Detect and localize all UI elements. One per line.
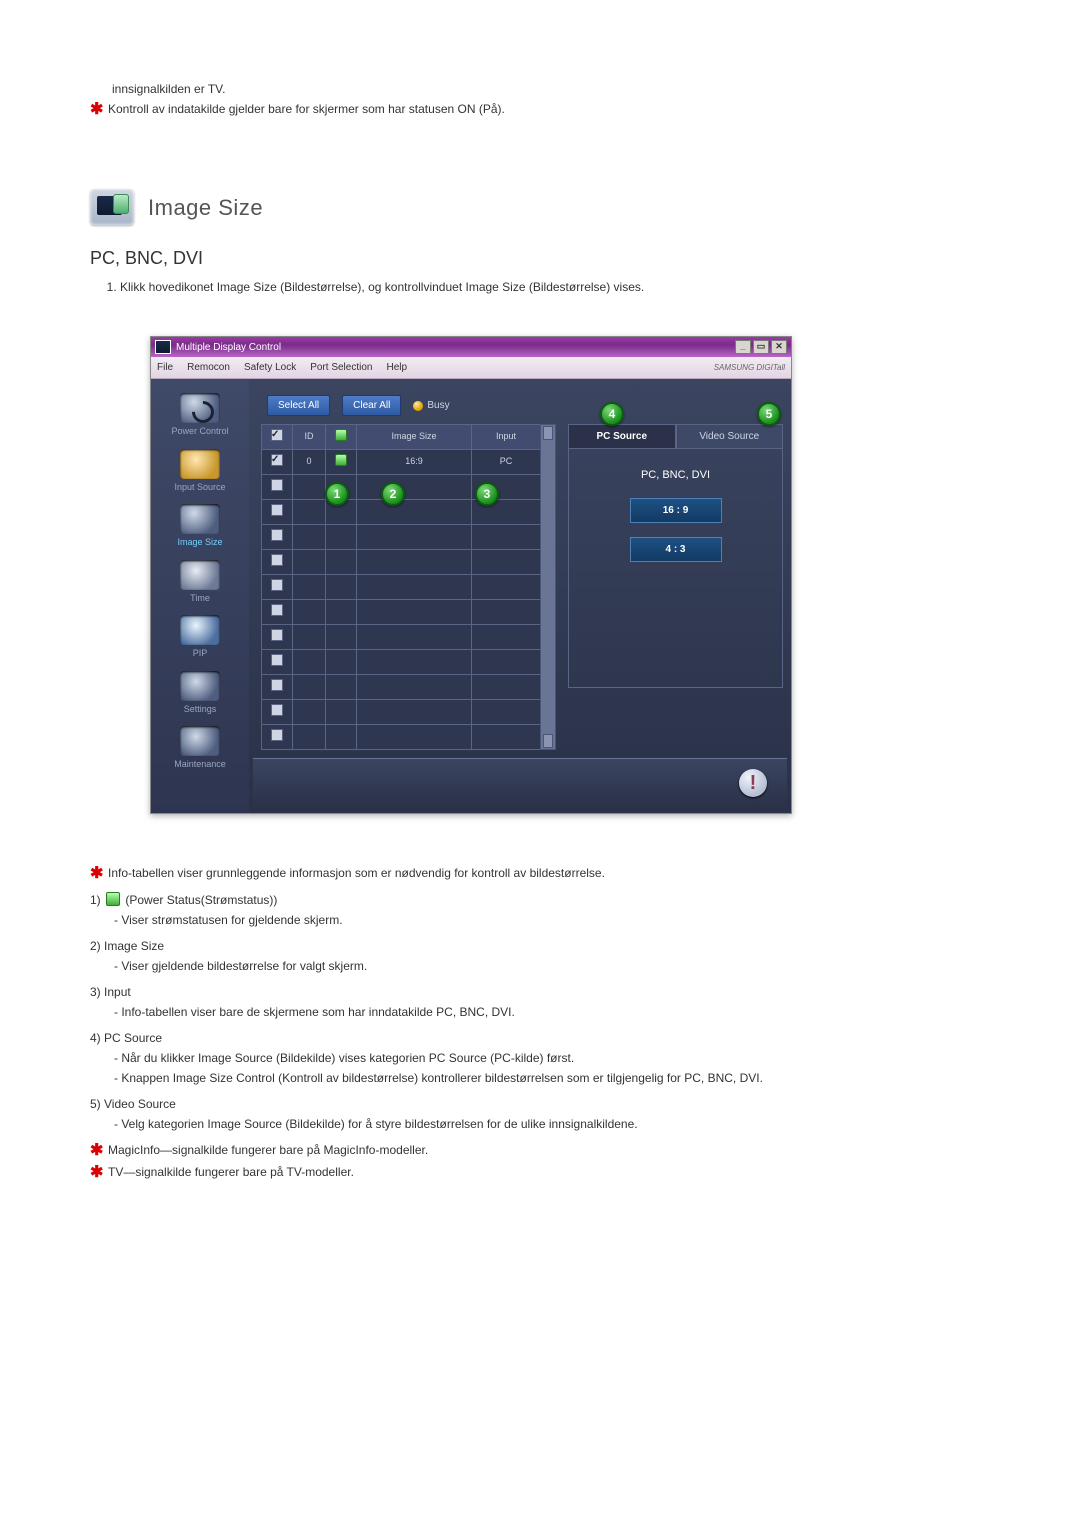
sidebar: Power Control Input Source Image Size Ti… — [151, 379, 249, 813]
input-source-icon — [180, 449, 220, 479]
option-16-9[interactable]: 16 : 9 — [630, 498, 722, 523]
sidebar-item-time[interactable]: Time — [161, 560, 239, 606]
table-row — [262, 650, 541, 675]
col-image-size: Image Size — [357, 425, 472, 450]
brand-label: SAMSUNG DIGITall — [714, 362, 785, 374]
table-row — [262, 575, 541, 600]
section-title: Image Size — [148, 191, 263, 224]
image-size-icon — [180, 504, 220, 534]
tab-pc-source[interactable]: PC Source — [568, 424, 676, 448]
star-icon: ✱ — [90, 1141, 108, 1160]
star-icon: ✱ — [90, 864, 108, 883]
pip-icon — [180, 615, 220, 645]
table-row — [262, 525, 541, 550]
status-bar: ! — [253, 758, 787, 809]
marker-1: 1 — [325, 482, 349, 506]
window-icon — [155, 340, 171, 354]
row-checkbox[interactable] — [271, 454, 283, 466]
busy-indicator: Busy — [413, 398, 449, 413]
star-icon: ✱ — [90, 100, 108, 119]
subtitle: PC, BNC, DVI — [90, 245, 990, 272]
marker-2: 2 — [381, 482, 405, 506]
table-row — [262, 500, 541, 525]
sidebar-item-pip[interactable]: PIP — [161, 615, 239, 661]
menu-file[interactable]: File — [157, 360, 173, 375]
titlebar: Multiple Display Control _ ▭ ✕ — [151, 337, 791, 357]
menu-safety-lock[interactable]: Safety Lock — [244, 360, 296, 375]
source-group-label: PC, BNC, DVI — [641, 467, 710, 484]
table-scrollbar[interactable] — [540, 424, 556, 750]
app-window: Multiple Display Control _ ▭ ✕ File Remo… — [150, 336, 792, 814]
sidebar-item-image-size[interactable]: Image Size — [161, 504, 239, 550]
sidebar-item-settings[interactable]: Settings — [161, 671, 239, 717]
menu-help[interactable]: Help — [386, 360, 407, 375]
power-icon — [180, 393, 220, 423]
section-icon — [90, 189, 134, 225]
time-icon — [180, 560, 220, 590]
step-1: Klikk hovedikonet Image Size (Bildestørr… — [120, 278, 990, 296]
main-area: Select All Clear All Busy ID — [249, 379, 791, 813]
explain-item-5: 5) Video Source - Velg kategorien Image … — [90, 1095, 990, 1133]
select-all-button[interactable]: Select All — [267, 395, 330, 416]
col-status — [326, 425, 357, 450]
minimize-button[interactable]: _ — [735, 340, 751, 354]
right-panel: 4 5 PC Source Video Source PC, BNC, DVI … — [556, 424, 787, 750]
tab-video-source[interactable]: Video Source — [676, 424, 784, 448]
star-icon: ✱ — [90, 1163, 108, 1182]
col-input: Input — [472, 425, 541, 450]
explain-star-2: ✱ MagicInfo—signalkilde fungerer bare på… — [90, 1141, 990, 1160]
maximize-button[interactable]: ▭ — [753, 340, 769, 354]
settings-icon — [180, 671, 220, 701]
explain-item-3: 3) Input - Info-tabellen viser bare de s… — [90, 983, 990, 1021]
option-4-3[interactable]: 4 : 3 — [630, 537, 722, 562]
close-button[interactable]: ✕ — [771, 340, 787, 354]
explain-star-1: ✱ Info-tabellen viser grunnleggende info… — [90, 864, 990, 883]
table-row — [262, 600, 541, 625]
intro-star-note: ✱ Kontroll av indatakilde gjelder bare f… — [90, 100, 990, 119]
power-status-icon — [106, 892, 120, 906]
table-row — [262, 725, 541, 750]
window-title: Multiple Display Control — [176, 340, 281, 355]
marker-5: 5 — [757, 402, 781, 426]
info-icon: ! — [739, 769, 767, 797]
table-row — [262, 625, 541, 650]
sidebar-item-power-control[interactable]: Power Control — [161, 393, 239, 439]
col-check — [262, 425, 293, 450]
menubar: File Remocon Safety Lock Port Selection … — [151, 357, 791, 379]
explain-item-2: 2) Image Size - Viser gjeldende bildestø… — [90, 937, 990, 975]
table-row — [262, 675, 541, 700]
clear-all-button[interactable]: Clear All — [342, 395, 401, 416]
sidebar-item-input-source[interactable]: Input Source — [161, 449, 239, 495]
explain-item-1: 1) (Power Status(Strømstatus)) - Viser s… — [90, 891, 990, 929]
sidebar-item-maintenance[interactable]: Maintenance — [161, 726, 239, 772]
table-row — [262, 550, 541, 575]
table-row — [262, 700, 541, 725]
intro-line: innsignalkilden er TV. — [112, 80, 990, 98]
marker-4: 4 — [600, 402, 624, 426]
status-on-icon — [335, 454, 347, 466]
menu-port-selection[interactable]: Port Selection — [310, 360, 372, 375]
table-row[interactable]: 0 16:9 PC — [262, 450, 541, 475]
maintenance-icon — [180, 726, 220, 756]
explain-item-4: 4) PC Source - Når du klikker Image Sour… — [90, 1029, 990, 1087]
busy-dot-icon — [413, 401, 423, 411]
explain-star-3: ✱ TV—signalkilde fungerer bare på TV-mod… — [90, 1163, 990, 1182]
display-table: ID Image Size Input 0 16:9 — [261, 424, 541, 750]
marker-3: 3 — [475, 482, 499, 506]
menu-remocon[interactable]: Remocon — [187, 360, 230, 375]
col-id: ID — [293, 425, 326, 450]
